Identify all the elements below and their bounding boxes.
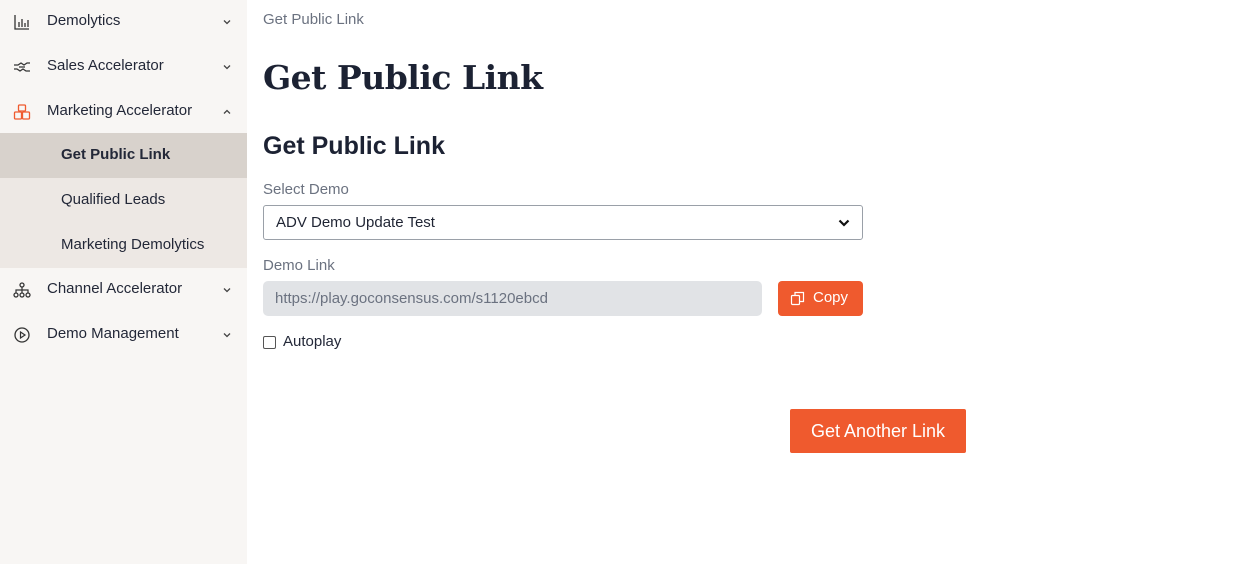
sidebar-item-label: Demolytics bbox=[47, 12, 121, 29]
chevron-up-icon bbox=[223, 109, 231, 114]
demo-link-input[interactable] bbox=[263, 281, 762, 316]
copy-icon bbox=[790, 291, 805, 306]
sidebar-item-label: Channel Accelerator bbox=[47, 280, 183, 297]
sidebar-item-label: Demo Management bbox=[47, 325, 179, 342]
chevron-down-icon bbox=[223, 65, 231, 70]
sidebar-item-label: Marketing Accelerator bbox=[47, 102, 193, 119]
marketing-submenu: Get Public Link Qualified Leads Marketin… bbox=[0, 133, 247, 268]
get-another-link-button[interactable]: Get Another Link bbox=[790, 409, 966, 453]
sidebar-subitem-get-public-link[interactable]: Get Public Link bbox=[0, 133, 247, 178]
chevron-down-icon bbox=[838, 219, 850, 227]
sidebar-item-demolytics[interactable]: Demolytics bbox=[0, 0, 247, 45]
breadcrumb: Get Public Link bbox=[263, 11, 364, 28]
demo-link-label: Demo Link bbox=[263, 257, 335, 274]
network-icon bbox=[13, 282, 31, 298]
sidebar-item-sales-accelerator[interactable]: Sales Accelerator bbox=[0, 45, 247, 90]
main-content: Get Public Link Get Public Link Get Publ… bbox=[247, 0, 1260, 564]
sidebar-item-demo-management[interactable]: Demo Management bbox=[0, 313, 247, 358]
sidebar-subitem-label: Marketing Demolytics bbox=[61, 236, 205, 253]
select-demo-value: ADV Demo Update Test bbox=[276, 214, 435, 231]
get-another-link-label: Get Another Link bbox=[810, 421, 946, 441]
sidebar-subitem-label: Get Public Link bbox=[61, 146, 171, 163]
select-demo-label: Select Demo bbox=[263, 181, 349, 198]
copy-button-label: Copy bbox=[813, 289, 849, 306]
sidebar-item-channel-accelerator[interactable]: Channel Accelerator bbox=[0, 268, 247, 313]
sidebar-subitem-marketing-demolytics[interactable]: Marketing Demolytics bbox=[0, 223, 247, 268]
bar-chart-icon bbox=[14, 15, 29, 30]
select-demo-dropdown[interactable]: ADV Demo Update Test bbox=[263, 205, 863, 240]
copy-button[interactable]: Copy bbox=[778, 281, 863, 316]
chevron-down-icon bbox=[223, 288, 231, 293]
sidebar-item-label: Sales Accelerator bbox=[47, 57, 164, 74]
page-title: Get Public Link bbox=[263, 58, 543, 97]
sidebar-subitem-label: Qualified Leads bbox=[61, 191, 166, 208]
sidebar: Demolytics Sales Accelerator Marketing A… bbox=[0, 0, 247, 564]
play-circle-icon bbox=[14, 327, 30, 343]
sidebar-item-marketing-accelerator[interactable]: Marketing Accelerator bbox=[0, 90, 247, 135]
section-title: Get Public Link bbox=[263, 132, 445, 160]
autoplay-label: Autoplay bbox=[283, 333, 342, 350]
autoplay-checkbox[interactable] bbox=[263, 336, 276, 349]
handshake-icon bbox=[14, 62, 30, 72]
chevron-down-icon bbox=[223, 333, 231, 338]
sidebar-subitem-qualified-leads[interactable]: Qualified Leads bbox=[0, 178, 247, 223]
chevron-down-icon bbox=[223, 20, 231, 25]
boxes-icon bbox=[13, 104, 31, 120]
